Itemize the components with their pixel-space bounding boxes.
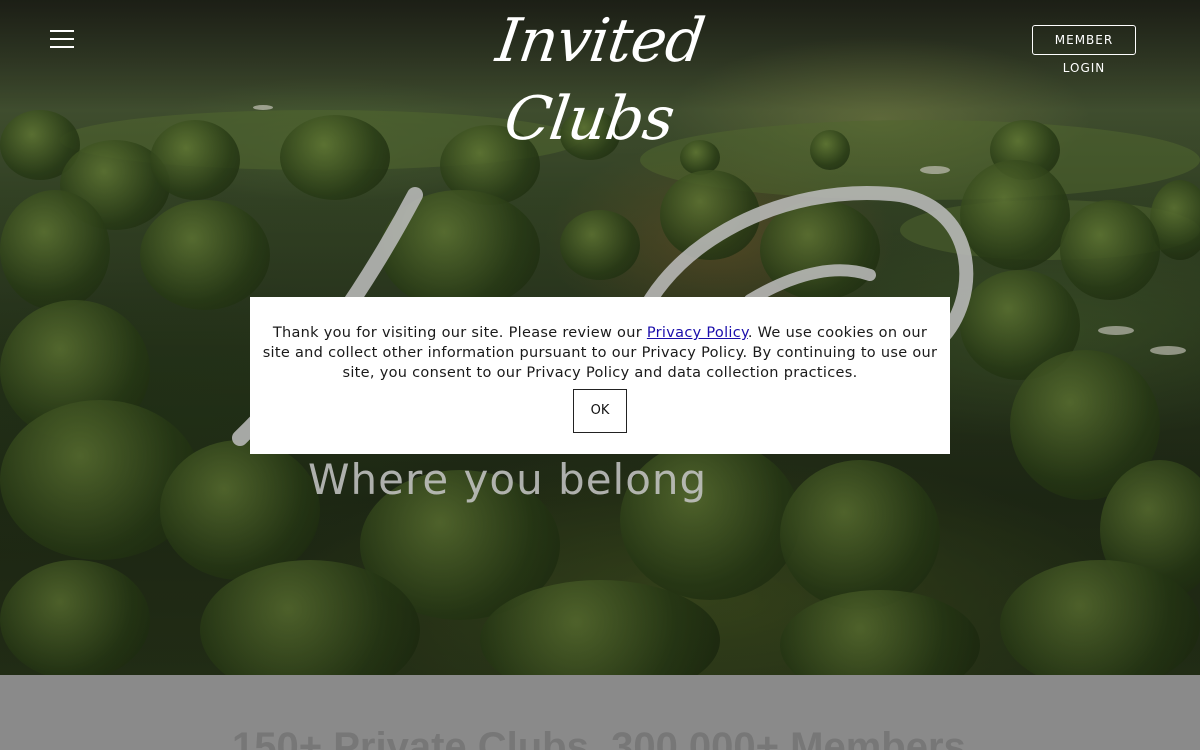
privacy-policy-link[interactable]: Privacy Policy: [647, 325, 748, 341]
site-header: Invited Clubs MEMBER LOGIN: [0, 0, 1200, 154]
cookie-consent-dialog: Thank you for visiting our site. Please …: [250, 297, 950, 454]
cookie-ok-button[interactable]: OK: [573, 389, 627, 433]
menu-icon-bar: [50, 30, 74, 32]
menu-icon-bar: [50, 38, 74, 40]
member-login-button[interactable]: MEMBER LOGIN: [1032, 25, 1136, 75]
cookie-message: Thank you for visiting our site. Please …: [260, 323, 940, 383]
stats-strip: 150+ Private Clubs. 300,000+ Members: [0, 675, 1200, 750]
menu-icon-bar: [50, 46, 74, 48]
hamburger-menu-button[interactable]: [50, 28, 74, 48]
cookie-text-before: Thank you for visiting our site. Please …: [272, 325, 647, 341]
site-logo[interactable]: Invited Clubs: [414, 2, 785, 154]
page: Where you belong Invited Clubs MEMBER LO…: [0, 0, 1200, 750]
stats-headline: 150+ Private Clubs. 300,000+ Members: [232, 725, 966, 750]
hero-tagline: Where you belong: [308, 455, 708, 504]
